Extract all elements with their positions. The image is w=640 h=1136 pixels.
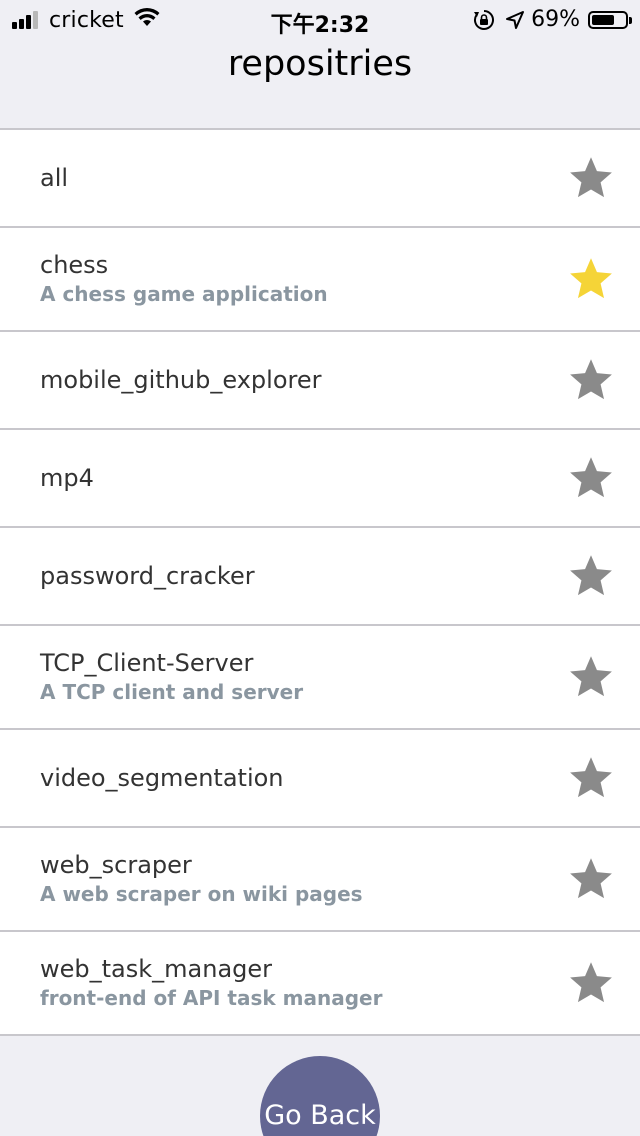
repo-text: password_cracker xyxy=(40,561,530,591)
repo-text: all xyxy=(40,163,530,193)
repo-name: TCP_Client-Server xyxy=(40,649,254,677)
repo-row[interactable]: chess A chess game application xyxy=(0,228,640,332)
go-back-button[interactable]: Go Back xyxy=(260,1056,380,1136)
repo-description: front-end of API task manager xyxy=(40,986,383,1010)
battery-percent: 69% xyxy=(531,7,580,32)
repo-text: TCP_Client-Server A TCP client and server xyxy=(40,648,530,706)
repo-row[interactable]: all xyxy=(0,130,640,228)
repo-row[interactable]: password_cracker xyxy=(0,528,640,626)
repo-row[interactable]: TCP_Client-Server A TCP client and server xyxy=(0,626,640,730)
repo-text: web_scraper A web scraper on wiki pages xyxy=(40,850,530,908)
repo-text: chess A chess game application xyxy=(40,250,530,308)
star-icon[interactable] xyxy=(568,856,614,902)
page-title: repositries xyxy=(227,44,413,84)
repo-description: A web scraper on wiki pages xyxy=(40,882,363,906)
star-icon[interactable] xyxy=(568,654,614,700)
star-icon[interactable] xyxy=(568,455,614,501)
star-icon[interactable] xyxy=(568,155,614,201)
repo-row[interactable]: video_segmentation xyxy=(0,730,640,828)
repo-name: chess xyxy=(40,251,109,279)
orientation-lock-icon xyxy=(473,9,495,31)
repo-name: mobile_github_explorer xyxy=(40,366,322,394)
repo-name: web_scraper xyxy=(40,851,192,879)
repo-name: video_segmentation xyxy=(40,764,284,792)
repo-text: mp4 xyxy=(40,463,530,493)
battery-level xyxy=(592,14,614,25)
repo-name: mp4 xyxy=(40,464,94,492)
app-screen: cricket 下午2:32 69% repositries all chess… xyxy=(0,0,640,1136)
repo-row[interactable]: mp4 xyxy=(0,430,640,528)
repo-name: all xyxy=(40,164,69,192)
repo-text: video_segmentation xyxy=(40,763,530,793)
repo-name: password_cracker xyxy=(40,562,255,590)
repo-row[interactable]: web_scraper A web scraper on wiki pages xyxy=(0,828,640,932)
repo-description: A chess game application xyxy=(40,282,328,306)
star-icon[interactable] xyxy=(568,256,614,302)
status-bar: cricket 下午2:32 69% xyxy=(0,0,640,40)
battery-icon xyxy=(588,10,632,29)
star-icon[interactable] xyxy=(568,357,614,403)
star-icon[interactable] xyxy=(568,960,614,1006)
repo-list: all chess A chess game application mobile_g… xyxy=(0,128,640,1036)
location-arrow-icon xyxy=(505,10,525,30)
repo-description: A TCP client and server xyxy=(40,680,304,704)
star-icon[interactable] xyxy=(568,553,614,599)
repo-text: web_task_manager front-end of API task ma… xyxy=(40,954,530,1012)
repo-text: mobile_github_explorer xyxy=(40,365,530,395)
repo-row[interactable]: web_task_manager front-end of API task ma… xyxy=(0,932,640,1036)
repo-name: web_task_manager xyxy=(40,955,273,983)
star-icon[interactable] xyxy=(568,755,614,801)
status-right: 69% xyxy=(473,7,632,32)
repo-row[interactable]: mobile_github_explorer xyxy=(0,332,640,430)
